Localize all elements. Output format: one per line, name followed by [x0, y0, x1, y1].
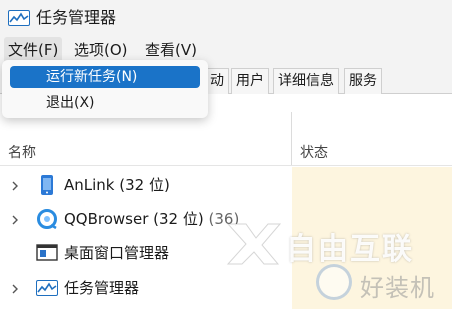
table-row[interactable]: QQBrowser (32 位) (36) — [0, 202, 292, 236]
title-bar: 任务管理器 — [0, 0, 452, 37]
row-name: 任务管理器 — [64, 279, 140, 297]
task-manager-icon — [8, 10, 30, 26]
qqbrowser-icon — [36, 209, 58, 230]
chevron-right-icon[interactable] — [10, 178, 20, 192]
row-name: AnLink (32 位) — [64, 176, 170, 194]
table-row[interactable]: 任务管理器 — [0, 271, 292, 305]
status-column-shade — [292, 167, 452, 309]
anlink-icon — [36, 175, 58, 195]
tab-startup[interactable]: 动 — [205, 68, 229, 94]
tab-services[interactable]: 服务 — [344, 68, 382, 94]
tab-details[interactable]: 详细信息 — [273, 68, 339, 94]
task-manager-icon — [36, 278, 58, 298]
row-name: 桌面窗口管理器 — [64, 244, 170, 262]
table-row[interactable]: AnLink (32 位) — [0, 168, 292, 202]
tab-users[interactable]: 用户 — [231, 68, 269, 94]
menu-item-run-new-task[interactable]: 运行新任务(N) — [10, 66, 200, 88]
row-name: QQBrowser (32 位) (36) — [64, 210, 240, 228]
table-header: 名称 状态 — [0, 138, 452, 166]
table-row[interactable]: 桌面窗口管理器 — [0, 236, 292, 270]
chevron-right-icon[interactable] — [10, 212, 20, 226]
file-menu-dropdown: 运行新任务(N) 退出(X) — [2, 60, 208, 118]
column-header-status[interactable]: 状态 — [300, 142, 328, 162]
desktop-window-manager-icon — [36, 243, 58, 263]
column-header-name[interactable]: 名称 — [8, 142, 36, 162]
menu-item-exit[interactable]: 退出(X) — [10, 92, 200, 114]
window-title: 任务管理器 — [36, 8, 117, 27]
chevron-right-icon[interactable] — [10, 281, 20, 295]
